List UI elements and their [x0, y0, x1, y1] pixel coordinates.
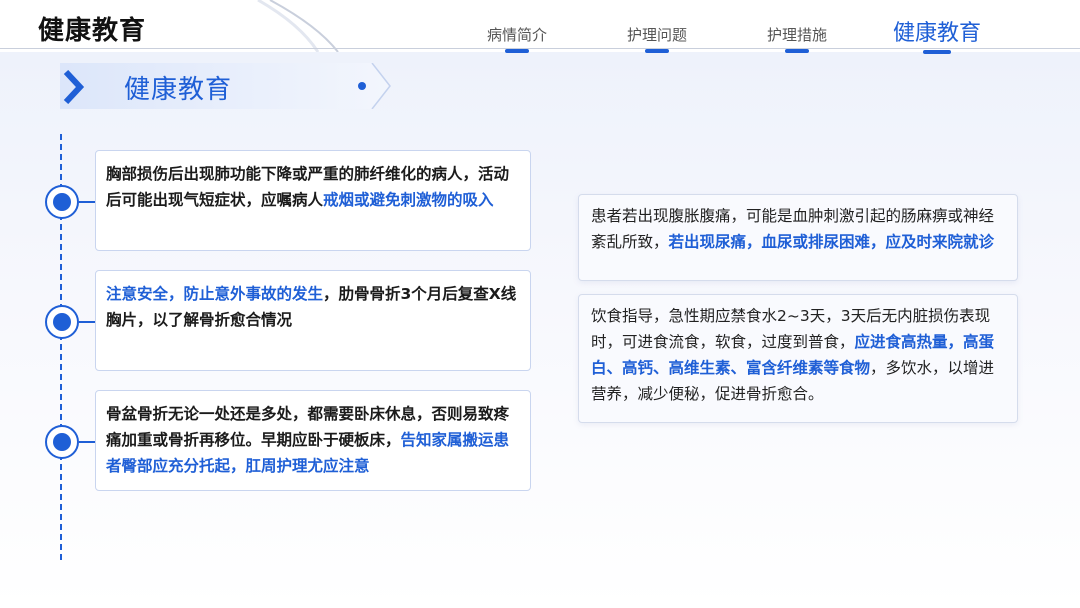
timeline-connector — [79, 321, 95, 323]
nav-tab-label: 护理问题 — [627, 26, 688, 44]
top-nav: 病情简介 护理问题 护理措施 健康教育 — [0, 0, 1080, 54]
chevron-right-icon — [63, 70, 85, 104]
section-title: 健康教育 — [124, 75, 233, 105]
nav-tab-condition-intro[interactable]: 病情简介 — [487, 24, 547, 53]
nav-tab-label: 病情简介 — [487, 26, 548, 44]
banner-dot — [358, 82, 366, 90]
nav-tab-underline — [923, 50, 951, 54]
card-highlight: 若出现尿痛，血尿或排尿困难，应及时来院就诊 — [668, 233, 995, 251]
nav-tab-label: 护理措施 — [767, 26, 828, 44]
nav-tab-label: 健康教育 — [893, 21, 982, 46]
left-card-1: 胸部损伤后出现肺功能下降或严重的肺纤维化的病人，活动后可能出现气短症状，应嘱病人… — [95, 150, 531, 251]
left-card-2: 注意安全，防止意外事故的发生，肋骨骨折3个月后复查X线胸片，以了解骨折愈合情况 — [95, 270, 531, 371]
nav-tab-underline — [785, 49, 809, 53]
nav-tab-nursing-problems[interactable]: 护理问题 — [627, 24, 687, 53]
timeline-node — [45, 305, 79, 339]
right-card-2: 饮食指导，急性期应禁食水2~3天，3天后无内脏损伤表现时，可进食流食，软食，过度… — [578, 294, 1018, 423]
timeline-node — [45, 185, 79, 219]
left-card-3: 骨盆骨折无论一处还是多处，都需要卧床休息，否则易致疼痛加重或骨折再移位。早期应卧… — [95, 390, 531, 491]
right-card-1: 患者若出现腹胀腹痛，可能是血肿刺激引起的肠麻痹或神经紊乱所致，若出现尿痛，血尿或… — [578, 194, 1018, 281]
timeline-connector — [79, 201, 95, 203]
nav-tab-nursing-measures[interactable]: 护理措施 — [767, 24, 827, 53]
card-highlight: 戒烟或避免刺激物的吸入 — [323, 191, 494, 209]
nav-tab-underline — [505, 49, 529, 53]
timeline-node — [45, 425, 79, 459]
timeline-connector — [79, 441, 95, 443]
card-highlight: 注意安全，防止意外事故的发生 — [106, 285, 324, 303]
nav-tab-health-education[interactable]: 健康教育 — [893, 15, 981, 54]
nav-tab-underline — [645, 49, 669, 53]
